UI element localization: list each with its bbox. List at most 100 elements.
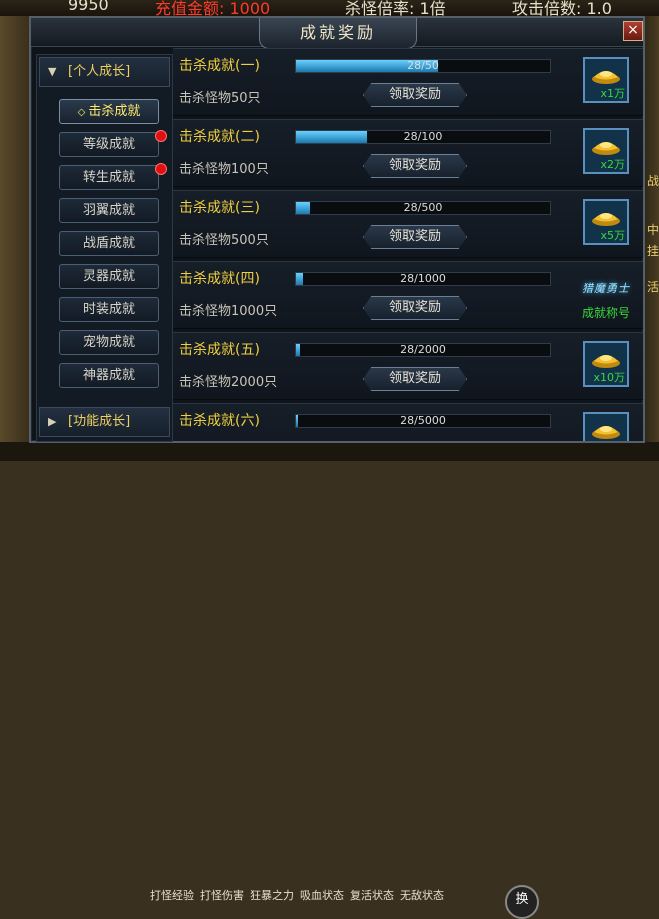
status-label-4: 复活状态: [350, 889, 394, 902]
progress-text: 28/2000: [400, 343, 446, 356]
achievement-desc: 击杀怪物2000只: [179, 375, 278, 390]
achievement-title: 击杀成就(二): [179, 129, 260, 145]
reward-slot[interactable]: x2万: [583, 128, 629, 174]
progress-bar: 28/100: [295, 130, 551, 144]
personal-growth-label: [个人成长]: [68, 64, 131, 79]
progress-text: 28/1000: [400, 272, 446, 285]
status-label-3: 吸血状态: [300, 889, 344, 902]
sidebar-item-2[interactable]: 转生成就: [59, 163, 167, 190]
sidebar-item-label: 击杀成就: [88, 104, 141, 119]
progress-bar: 28/5000: [295, 414, 551, 428]
sidebar-item-label: 宠物成就: [82, 335, 135, 350]
status-label-1: 打怪伤害: [200, 889, 244, 902]
progress-text: 28/100: [403, 130, 443, 143]
reward-slot[interactable]: [583, 412, 629, 441]
hud-gold-label: 充值金额: 1000: [155, 0, 271, 18]
progress-bar: 28/1000: [295, 272, 551, 286]
achievement-row: 击杀成就(二) 28/100 击杀怪物100只 领取奖励 x2万: [173, 119, 643, 187]
status-label-2: 狂暴之力: [250, 889, 294, 902]
sidebar-item-label: 灵器成就: [82, 269, 135, 284]
panel-title-bar: 成就奖励 ×: [31, 18, 643, 49]
claim-reward-button[interactable]: 领取奖励: [363, 83, 467, 107]
personal-growth-header[interactable]: ▼ [个人成长]: [39, 57, 170, 87]
claim-reward-button[interactable]: 领取奖励: [363, 225, 467, 249]
achievement-title: 击杀成就(四): [179, 271, 260, 287]
game-scene-right: 战 中 挂 活: [644, 16, 659, 461]
achievement-panel: 成就奖励 × ▼ [个人成长] ◇ 击杀成就等级成就转生成就羽翼成就战盾成就灵器成…: [29, 16, 645, 443]
achievement-row: 击杀成就(三) 28/500 击杀怪物500只 领取奖励 x5万: [173, 190, 643, 258]
claim-reward-button[interactable]: 领取奖励: [363, 367, 467, 391]
hud-rate-label: 杀怪倍率: 1倍: [345, 0, 446, 18]
progress-bar: 28/2000: [295, 343, 551, 357]
sidebar-item-4[interactable]: 战盾成就: [59, 231, 159, 256]
achievement-title: 击杀成就(六): [179, 413, 260, 429]
bottom-status-bar: 打怪经验 打怪伤害 狂暴之力 吸血状态 复活状态 无敌状态 换: [0, 442, 659, 919]
sidebar-item-7[interactable]: 宠物成就: [59, 330, 159, 355]
reward-slot[interactable]: x5万: [583, 199, 629, 245]
sidebar-item-3[interactable]: 羽翼成就: [59, 198, 159, 223]
close-button[interactable]: ×: [623, 21, 643, 41]
claim-reward-button[interactable]: 领取奖励: [363, 296, 467, 320]
achievement-list[interactable]: 击杀成就(一) 28/50 击杀怪物50只 领取奖励 x1万 击杀成就(二) 28/100 击…: [173, 48, 643, 441]
progress-bar: 28/500: [295, 201, 551, 215]
sidebar-item-label: 时装成就: [82, 302, 135, 317]
gold-ingot-icon: [592, 426, 620, 439]
achievement-title: 击杀成就(五): [179, 342, 260, 358]
hud-value-left: 9950: [68, 0, 109, 14]
game-top-hud: 9950 充值金额: 1000 杀怪倍率: 1倍 攻击倍数: 1.0: [0, 0, 659, 18]
sidebar-item-label: 等级成就: [82, 137, 135, 152]
gold-ingot-icon: [592, 142, 620, 155]
reward-slot[interactable]: x1万: [583, 57, 629, 103]
sidebar-item-0[interactable]: ◇ 击杀成就: [59, 99, 159, 124]
reward-quantity: x2万: [600, 158, 625, 171]
game-scene-left: [0, 16, 30, 461]
reward-quantity: x10万: [593, 371, 625, 384]
achievement-row: 击杀成就(六) 28/5000: [173, 403, 643, 441]
sidebar-item-label: 转生成就: [82, 170, 135, 185]
progress-bar: 28/50: [295, 59, 551, 73]
achievement-title: 击杀成就(一): [179, 58, 260, 74]
function-growth-header[interactable]: ▶ [功能成长]: [39, 407, 170, 437]
achievement-row: 击杀成就(四) 28/1000 击杀怪物1000只 领取奖励 猎魔勇士成就称号: [173, 261, 643, 329]
claim-reward-button[interactable]: 领取奖励: [363, 154, 467, 178]
title-emblem: 猎魔勇士: [582, 282, 630, 295]
side-text-0: 战: [647, 174, 659, 188]
notification-dot-icon: [155, 130, 167, 142]
reward-quantity: x5万: [600, 229, 625, 242]
active-diamond-icon: ◇: [77, 107, 86, 118]
reward-slot[interactable]: x10万: [583, 341, 629, 387]
title-reward-name: 成就称号: [581, 306, 630, 320]
sidebar-item-5[interactable]: 灵器成就: [59, 264, 159, 289]
hud-attack-label: 攻击倍数: 1.0: [512, 0, 612, 18]
chevron-down-icon: ▼: [48, 65, 57, 78]
sidebar-item-label: 神器成就: [82, 368, 135, 383]
swap-button[interactable]: 换: [505, 885, 539, 919]
side-text-2: 挂: [647, 244, 659, 258]
gold-ingot-icon: [592, 355, 620, 368]
achievement-row: 击杀成就(五) 28/2000 击杀怪物2000只 领取奖励 x10万: [173, 332, 643, 400]
progress-text: 28/500: [403, 201, 443, 214]
achievement-desc: 击杀怪物1000只: [179, 304, 278, 319]
achievement-title: 击杀成就(三): [179, 200, 260, 216]
notification-dot-icon: [155, 163, 167, 175]
progress-text: 28/5000: [400, 414, 446, 427]
status-labels: 打怪经验 打怪伤害 狂暴之力 吸血状态 复活状态 无敌状态: [150, 887, 450, 903]
function-growth-label: [功能成长]: [68, 414, 131, 429]
title-reward[interactable]: 猎魔勇士 成就称号: [566, 272, 643, 328]
chevron-right-icon: ▶: [48, 415, 57, 428]
reward-quantity: x1万: [600, 87, 625, 100]
panel-title: 成就奖励: [259, 18, 417, 49]
achievement-desc: 击杀怪物100只: [179, 162, 269, 177]
sidebar-item-label: 羽翼成就: [82, 203, 135, 218]
category-sidebar: ▼ [个人成长] ◇ 击杀成就等级成就转生成就羽翼成就战盾成就灵器成就时装成就宠物…: [36, 54, 173, 442]
achievement-desc: 击杀怪物50只: [179, 91, 261, 106]
side-text-1: 中: [647, 223, 659, 237]
sidebar-item-6[interactable]: 时装成就: [59, 297, 159, 322]
achievement-desc: 击杀怪物500只: [179, 233, 269, 248]
status-label-5: 无敌状态: [400, 889, 444, 902]
sidebar-item-label: 战盾成就: [82, 236, 135, 251]
sidebar-item-1[interactable]: 等级成就: [59, 130, 167, 157]
sidebar-item-8[interactable]: 神器成就: [59, 363, 159, 388]
progress-text: 28/50: [407, 59, 439, 72]
gold-ingot-icon: [592, 213, 620, 226]
